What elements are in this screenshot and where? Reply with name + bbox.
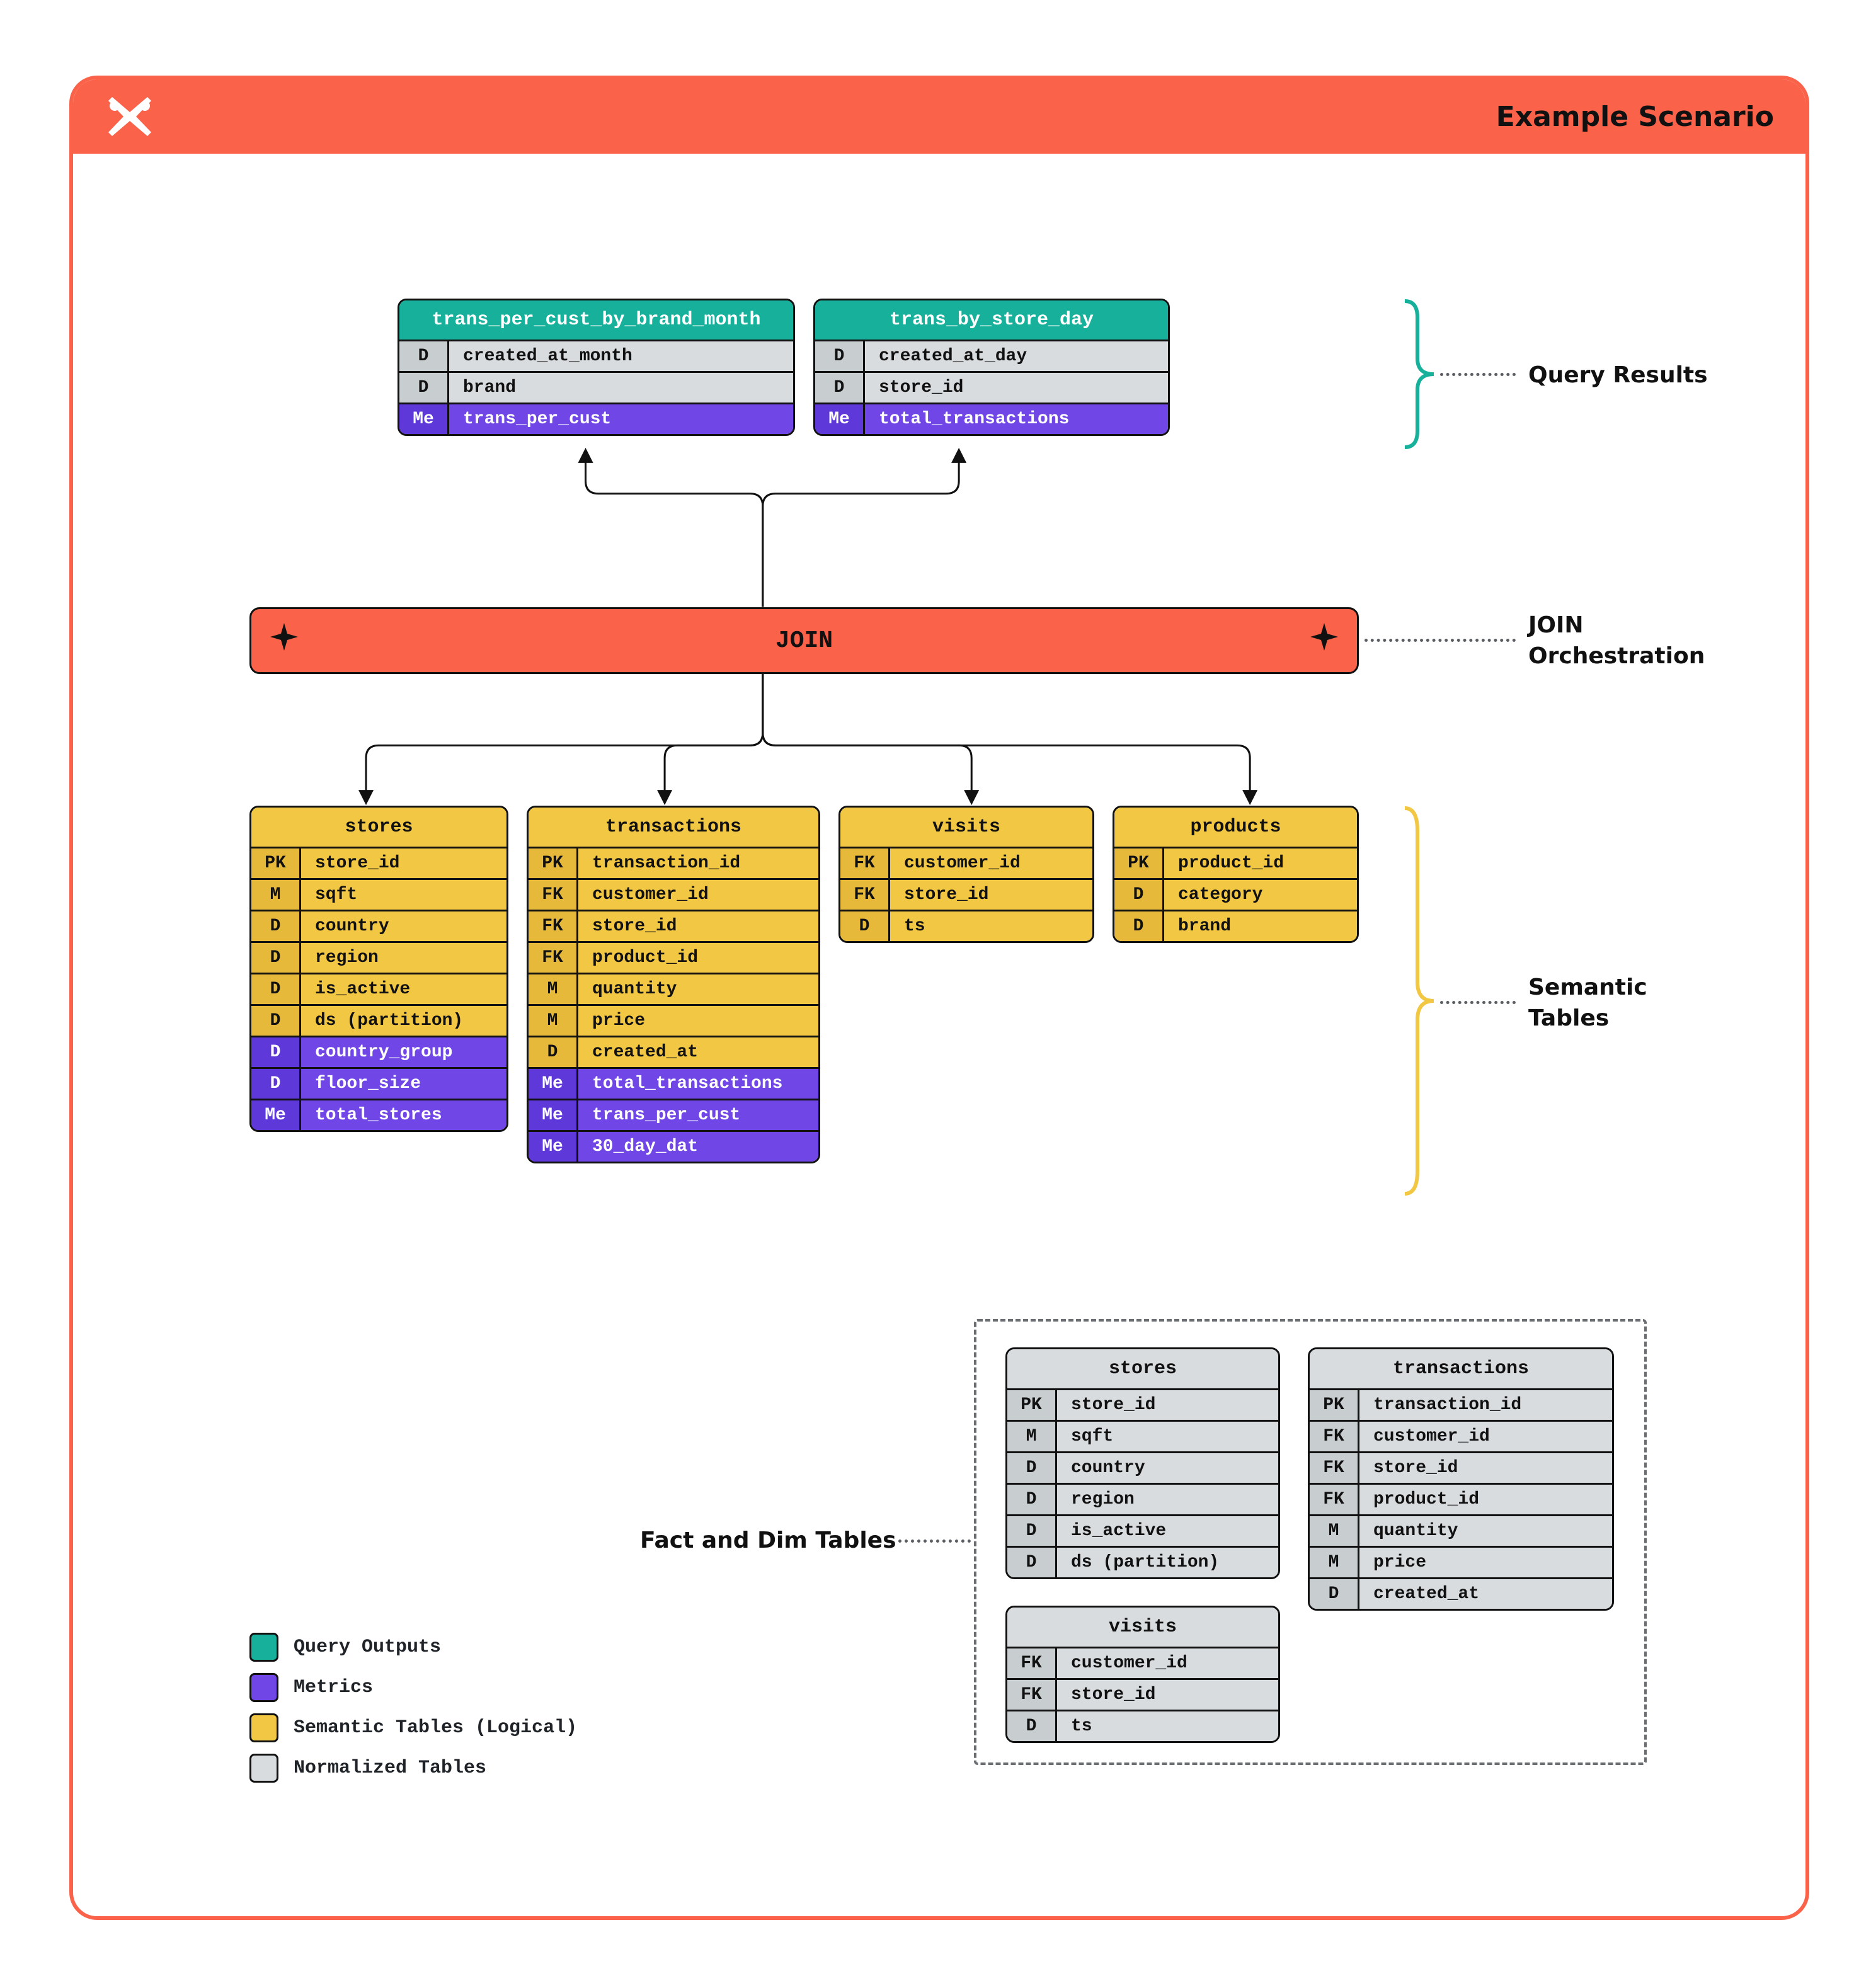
swatch-icon bbox=[249, 1673, 278, 1702]
legend-item: Semantic Tables (Logical) bbox=[249, 1713, 577, 1742]
semantic-table: stores PKstore_id Msqft Dcountry Dregion… bbox=[249, 806, 508, 1132]
fact-table: stores PKstore_id Msqft Dcountry Dregion… bbox=[1005, 1347, 1280, 1579]
semantic-table: transactions PKtransaction_id FKcustomer… bbox=[527, 806, 820, 1163]
table-header: visits bbox=[1007, 1608, 1278, 1648]
swatch-icon bbox=[249, 1633, 278, 1662]
query-table: trans_by_store_day Dcreated_at_day Dstor… bbox=[813, 299, 1170, 436]
table-header: stores bbox=[251, 808, 506, 848]
scenario-card: Example Scenario bbox=[69, 76, 1809, 1920]
legend-item: Normalized Tables bbox=[249, 1754, 577, 1783]
table-header: transactions bbox=[1310, 1349, 1612, 1390]
table-header: products bbox=[1114, 808, 1357, 848]
bracket-icon bbox=[1402, 299, 1436, 450]
table-header: transactions bbox=[529, 808, 818, 848]
sparkle-icon bbox=[270, 623, 298, 658]
join-label: JOIN bbox=[775, 627, 833, 654]
page-title: Example Scenario bbox=[1496, 101, 1774, 133]
table-header: visits bbox=[840, 808, 1092, 848]
table-header: trans_per_cust_by_brand_month bbox=[399, 300, 793, 341]
table-header: stores bbox=[1007, 1349, 1278, 1390]
swatch-icon bbox=[249, 1754, 278, 1783]
legend: Query Outputs Metrics Semantic Tables (L… bbox=[249, 1621, 577, 1794]
semantic-table: products PKproduct_id Dcategory Dbrand bbox=[1113, 806, 1359, 943]
semantic-table: visits FKcustomer_id FKstore_id Dts bbox=[838, 806, 1094, 943]
side-label: Query Results bbox=[1528, 360, 1708, 391]
side-label: Fact and Dim Tables bbox=[640, 1526, 896, 1557]
swatch-icon bbox=[249, 1713, 278, 1742]
table-header: trans_by_store_day bbox=[815, 300, 1168, 341]
titlebar: Example Scenario bbox=[73, 79, 1805, 154]
bracket-icon bbox=[1402, 806, 1436, 1196]
side-label: JOIN Orchestration bbox=[1528, 610, 1705, 671]
legend-item: Metrics bbox=[249, 1673, 577, 1702]
side-label: Semantic Tables bbox=[1528, 973, 1647, 1034]
fact-table: visits FKcustomer_id FKstore_id Dts bbox=[1005, 1606, 1280, 1743]
fact-table: transactions PKtransaction_id FKcustomer… bbox=[1308, 1347, 1614, 1611]
query-table: trans_per_cust_by_brand_month Dcreated_a… bbox=[398, 299, 795, 436]
join-bar: JOIN bbox=[249, 607, 1359, 674]
sparkle-icon bbox=[1310, 623, 1338, 658]
logo-icon bbox=[105, 93, 155, 140]
legend-item: Query Outputs bbox=[249, 1633, 577, 1662]
